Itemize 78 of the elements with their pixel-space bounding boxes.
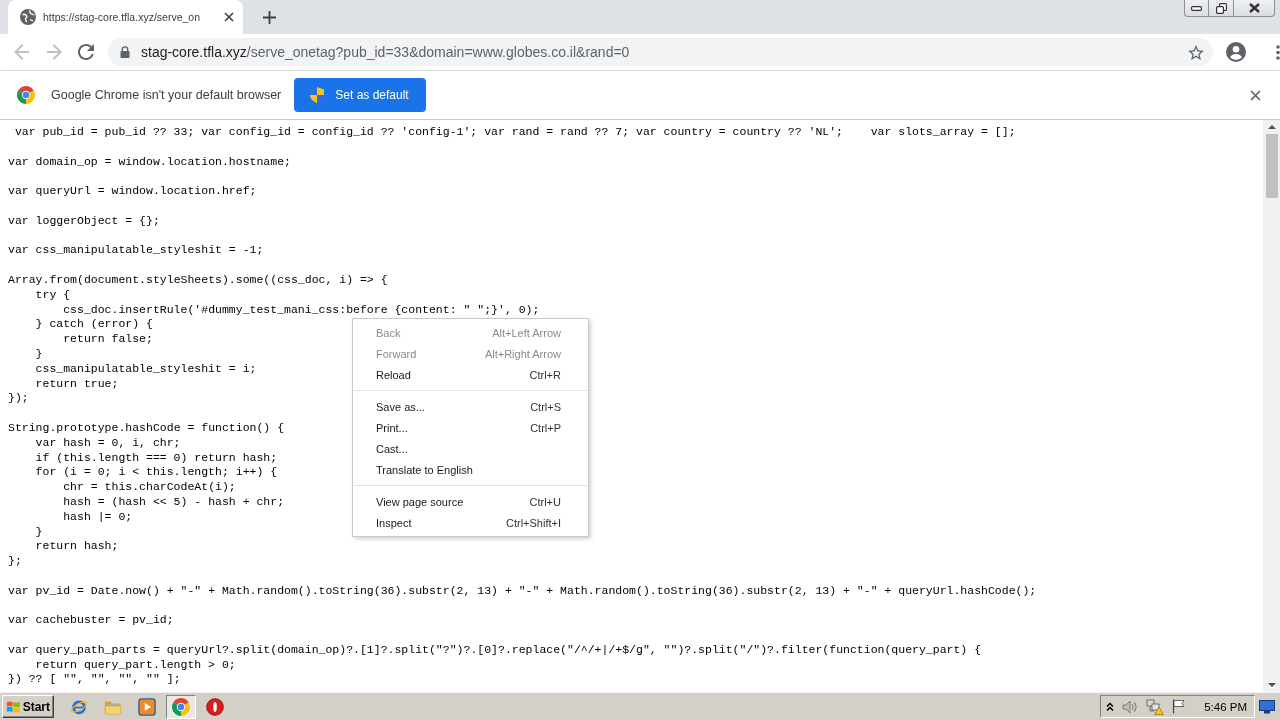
- double-chevron-icon[interactable]: [1106, 701, 1115, 712]
- infobar-message: Google Chrome isn't your default browser: [51, 88, 282, 102]
- menu-item[interactable]: Inspect: [376, 516, 412, 529]
- code-line: } catch (error) {: [35, 317, 153, 333]
- menu-item[interactable]: Cast...: [376, 442, 408, 455]
- code-line: if (this.length === 0) return hash;: [35, 450, 278, 466]
- code-line: var cachebuster = pv_id;: [8, 613, 174, 629]
- code-line: hash = (hash << 5) - hash + chr;: [63, 494, 285, 510]
- code-line: var query_path_parts = queryUrl?.split(domain_op)?.[1]?.split("?")?.[0]?.replace("/^/+|/+$/g", "")?.split("/")?.filter(function(query_part) {: [8, 642, 982, 658]
- code-line: var queryUrl = window.location.href;: [8, 184, 257, 199]
- kebab-menu-icon[interactable]: [1276, 44, 1280, 60]
- code-line: var hash = 0, i, chr;: [35, 435, 181, 451]
- menu-item[interactable]: View page source: [376, 495, 464, 508]
- shortcut-label: Ctrl+P: [530, 421, 561, 434]
- clock: 5:46 PM: [1204, 700, 1247, 713]
- shortcut-label: Ctrl+S: [530, 400, 561, 413]
- globe-icon: [20, 9, 36, 25]
- code-line: var pv_id = Date.now() + "-" + Math.random().toString(36).substr(2, 13) + "-" + Math.random().toString(36).substr(2, 13) + "-" + queryUrl.hashCode();: [8, 583, 1037, 599]
- code-line: var css_manipulatable_styleshit = -1;: [8, 243, 264, 259]
- minimize-icon: [1191, 5, 1202, 11]
- code-line: var loggerObject = {};: [8, 213, 160, 229]
- code-line: try {: [35, 287, 71, 303]
- monitor-icon[interactable]: [1259, 699, 1275, 714]
- set-default-button[interactable]: Set as default: [294, 78, 426, 112]
- shortcut-label: Ctrl+R: [529, 368, 561, 381]
- code-line: }: [35, 346, 43, 362]
- shortcut-label: Ctrl+U: [529, 495, 561, 508]
- code-line: };: [8, 554, 22, 569]
- code-line: Array.from(document.styleSheets).some((css_doc, i) => {: [8, 272, 388, 288]
- play-tile-icon: [138, 697, 156, 716]
- menu-item[interactable]: Save as...: [376, 400, 425, 413]
- close-button[interactable]: [1234, 0, 1275, 17]
- code-line: for (i = 0; i < this.length; i++) {: [35, 465, 278, 481]
- flag-icon[interactable]: [1172, 699, 1187, 714]
- lock-icon: [120, 46, 130, 58]
- taskbar-button[interactable]: [166, 694, 196, 719]
- code-line: });: [8, 391, 29, 407]
- code-line: css_doc.insertRule('#dummy_test_mani_css:before {content: " ";}', 0);: [63, 302, 540, 318]
- code-line: String.prototype.hashCode = function() {: [8, 420, 285, 436]
- shortcut-label: Ctrl+Shift+I: [505, 516, 561, 529]
- minimize-button[interactable]: [1184, 0, 1209, 17]
- close-icon[interactable]: [224, 12, 234, 22]
- menu-item[interactable]: Translate to English: [376, 463, 473, 476]
- star-icon[interactable]: [1188, 44, 1204, 60]
- code-line: return hash;: [35, 539, 119, 555]
- plus-icon[interactable]: [263, 11, 276, 24]
- reload-icon[interactable]: [78, 44, 94, 60]
- scroll-up-icon[interactable]: [1267, 125, 1276, 129]
- restore-button[interactable]: [1209, 0, 1234, 17]
- scroll-down-icon[interactable]: [1267, 683, 1276, 687]
- scrollbar-thumb[interactable]: [1265, 134, 1278, 198]
- menu-item[interactable]: Print...: [376, 421, 408, 434]
- code-line: }: [35, 524, 43, 540]
- browser-logo-icon: [172, 697, 190, 716]
- code-line: }) ?? [ "", "", "", "" ];: [8, 672, 181, 688]
- browser-logo-icon: [17, 86, 35, 104]
- person-circle-icon[interactable]: [1226, 42, 1246, 62]
- code-line: return query_part.length > 0;: [35, 657, 236, 673]
- menu-item[interactable]: Reload: [376, 368, 411, 381]
- address-bar[interactable]: stag-core.tfla.xyz/serve_onetag?pub_id=33&domain=www.globes.co.il&rand=0: [108, 38, 1213, 66]
- close-icon: [1248, 3, 1260, 13]
- network-warning-icon[interactable]: [1146, 698, 1165, 715]
- browser-tab[interactable]: https://stag-core.tfla.xyz/serve_on: [8, 0, 243, 34]
- shortcut-label: Alt+Left Arrow: [492, 326, 561, 339]
- close-icon[interactable]: [1250, 89, 1261, 101]
- code-line: return false;: [63, 332, 153, 347]
- code-line: hash |= 0;: [63, 509, 133, 525]
- code-line: css_manipulatable_styleshit = i;: [35, 361, 257, 377]
- code-line: var domain_op = window.location.hostname;: [8, 154, 291, 170]
- start-button[interactable]: Start: [2, 695, 54, 718]
- code-line: chr = this.charCodeAt(i);: [63, 480, 236, 495]
- shortcut-label: Alt+Right Arrow: [484, 347, 561, 360]
- shield-icon: [310, 87, 325, 103]
- restore-icon: [1215, 2, 1227, 14]
- speaker-icon[interactable]: [1122, 699, 1139, 714]
- code-line: return true;: [35, 376, 119, 392]
- circle-bar-icon: [206, 697, 224, 716]
- code-line: var pub_id = pub_id ?? 33; var config_id = config_id ?? 'config-1'; var rand = rand ?? 7; var country = country ?? 'NL'; var slots_array = [];: [14, 125, 1016, 140]
